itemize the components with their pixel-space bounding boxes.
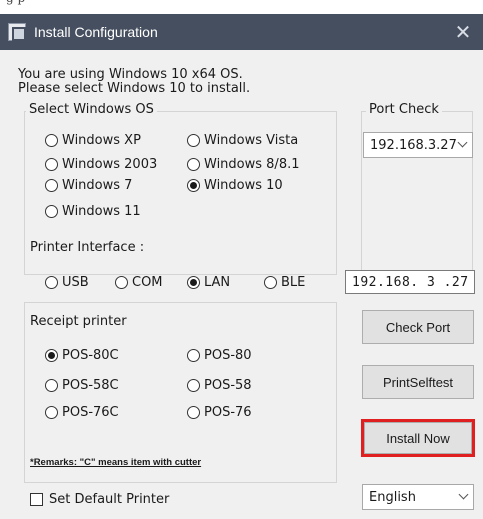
- radio-label: COM: [132, 275, 163, 290]
- ip-address-input[interactable]: 192.168. 3 .27: [345, 270, 475, 294]
- radio-label: USB: [62, 275, 89, 290]
- radio-lan[interactable]: LAN: [187, 275, 230, 290]
- radio-windows-vista[interactable]: Windows Vista: [187, 133, 298, 148]
- port-check-value: 192.168.3.27: [370, 137, 457, 153]
- radio-label: Windows 10: [204, 178, 283, 193]
- chevron-down-icon: [458, 489, 469, 500]
- radio-dot: [187, 379, 200, 392]
- radio-label: POS-58C: [62, 378, 119, 393]
- radio-dot: [45, 179, 58, 192]
- radio-windows-2003[interactable]: Windows 2003: [45, 157, 157, 172]
- sliver-text: g p: [6, 0, 25, 5]
- windows-os-group-label: Select Windows OS: [26, 102, 157, 117]
- radio-windows-10[interactable]: Windows 10: [187, 178, 283, 193]
- radio-com[interactable]: COM: [115, 275, 163, 290]
- radio-dot: [187, 158, 200, 171]
- port-check-group-label: Port Check: [366, 102, 442, 117]
- radio-pos-58[interactable]: POS-58: [187, 378, 252, 393]
- radio-dot: [45, 276, 58, 289]
- set-default-printer-checkbox[interactable]: Set Default Printer: [30, 492, 169, 507]
- radio-dot-selected: [187, 276, 200, 289]
- radio-windows-11[interactable]: Windows 11: [45, 204, 141, 219]
- check-port-button[interactable]: Check Port: [362, 310, 474, 344]
- radio-label: Windows 8/8.1: [204, 157, 300, 172]
- radio-label: Windows 11: [62, 204, 141, 219]
- radio-dot: [45, 379, 58, 392]
- radio-dot-selected: [187, 179, 200, 192]
- radio-label: POS-80C: [62, 348, 119, 363]
- radio-dot: [45, 406, 58, 419]
- printer-interface-label: Printer Interface :: [30, 240, 145, 255]
- cutter-remark: *Remarks: "C" means item with cutter: [30, 457, 202, 468]
- radio-dot-selected: [45, 349, 58, 362]
- radio-dot: [45, 205, 58, 218]
- radio-label: Windows 7: [62, 178, 133, 193]
- radio-label: Windows 2003: [62, 157, 158, 172]
- radio-label: POS-76C: [62, 405, 119, 420]
- radio-label: BLE: [281, 275, 306, 290]
- radio-dot: [187, 134, 200, 147]
- radio-windows-xp[interactable]: Windows XP: [45, 133, 141, 148]
- app-icon: [8, 23, 26, 41]
- radio-label: POS-58: [204, 378, 252, 393]
- radio-dot: [187, 406, 200, 419]
- checkbox-label: Set Default Printer: [49, 492, 170, 507]
- radio-label: POS-76: [204, 405, 252, 420]
- intro-line-1: You are using Windows 10 x64 OS.: [18, 67, 243, 82]
- radio-pos-80c[interactable]: POS-80C: [45, 348, 119, 363]
- language-value: English: [369, 489, 416, 505]
- radio-label: LAN: [204, 275, 231, 290]
- receipt-printer-label: Receipt printer: [30, 314, 127, 329]
- radio-pos-80[interactable]: POS-80: [187, 348, 252, 363]
- radio-dot: [115, 276, 128, 289]
- radio-label: POS-80: [204, 348, 252, 363]
- close-button[interactable]: ✕: [443, 14, 483, 50]
- port-check-select[interactable]: 192.168.3.27: [363, 132, 473, 158]
- previous-page-sliver: g p: [0, 0, 483, 14]
- window-title: Install Configuration: [34, 24, 158, 40]
- chevron-down-icon: [457, 137, 468, 148]
- title-bar: Install Configuration ✕: [0, 14, 483, 50]
- install-now-button[interactable]: Install Now: [364, 422, 472, 454]
- radio-pos-76[interactable]: POS-76: [187, 405, 252, 420]
- dialog-body: You are using Windows 10 x64 OS. Please …: [0, 50, 483, 519]
- checkbox-box: [30, 493, 43, 506]
- radio-pos-76c[interactable]: POS-76C: [45, 405, 119, 420]
- radio-dot: [264, 276, 277, 289]
- radio-dot: [45, 158, 58, 171]
- radio-label: Windows XP: [62, 133, 141, 148]
- radio-windows-7[interactable]: Windows 7: [45, 178, 132, 193]
- print-selftest-button[interactable]: PrintSelftest: [362, 365, 474, 399]
- intro-line-2: Please select Windows 10 to install.: [18, 81, 251, 96]
- radio-ble[interactable]: BLE: [264, 275, 305, 290]
- radio-windows-8[interactable]: Windows 8/8.1: [187, 157, 300, 172]
- close-icon: ✕: [454, 21, 472, 44]
- radio-dot: [187, 349, 200, 362]
- language-select[interactable]: English: [362, 484, 474, 510]
- radio-usb[interactable]: USB: [45, 275, 89, 290]
- radio-pos-58c[interactable]: POS-58C: [45, 378, 119, 393]
- radio-label: Windows Vista: [204, 133, 299, 148]
- radio-dot: [45, 134, 58, 147]
